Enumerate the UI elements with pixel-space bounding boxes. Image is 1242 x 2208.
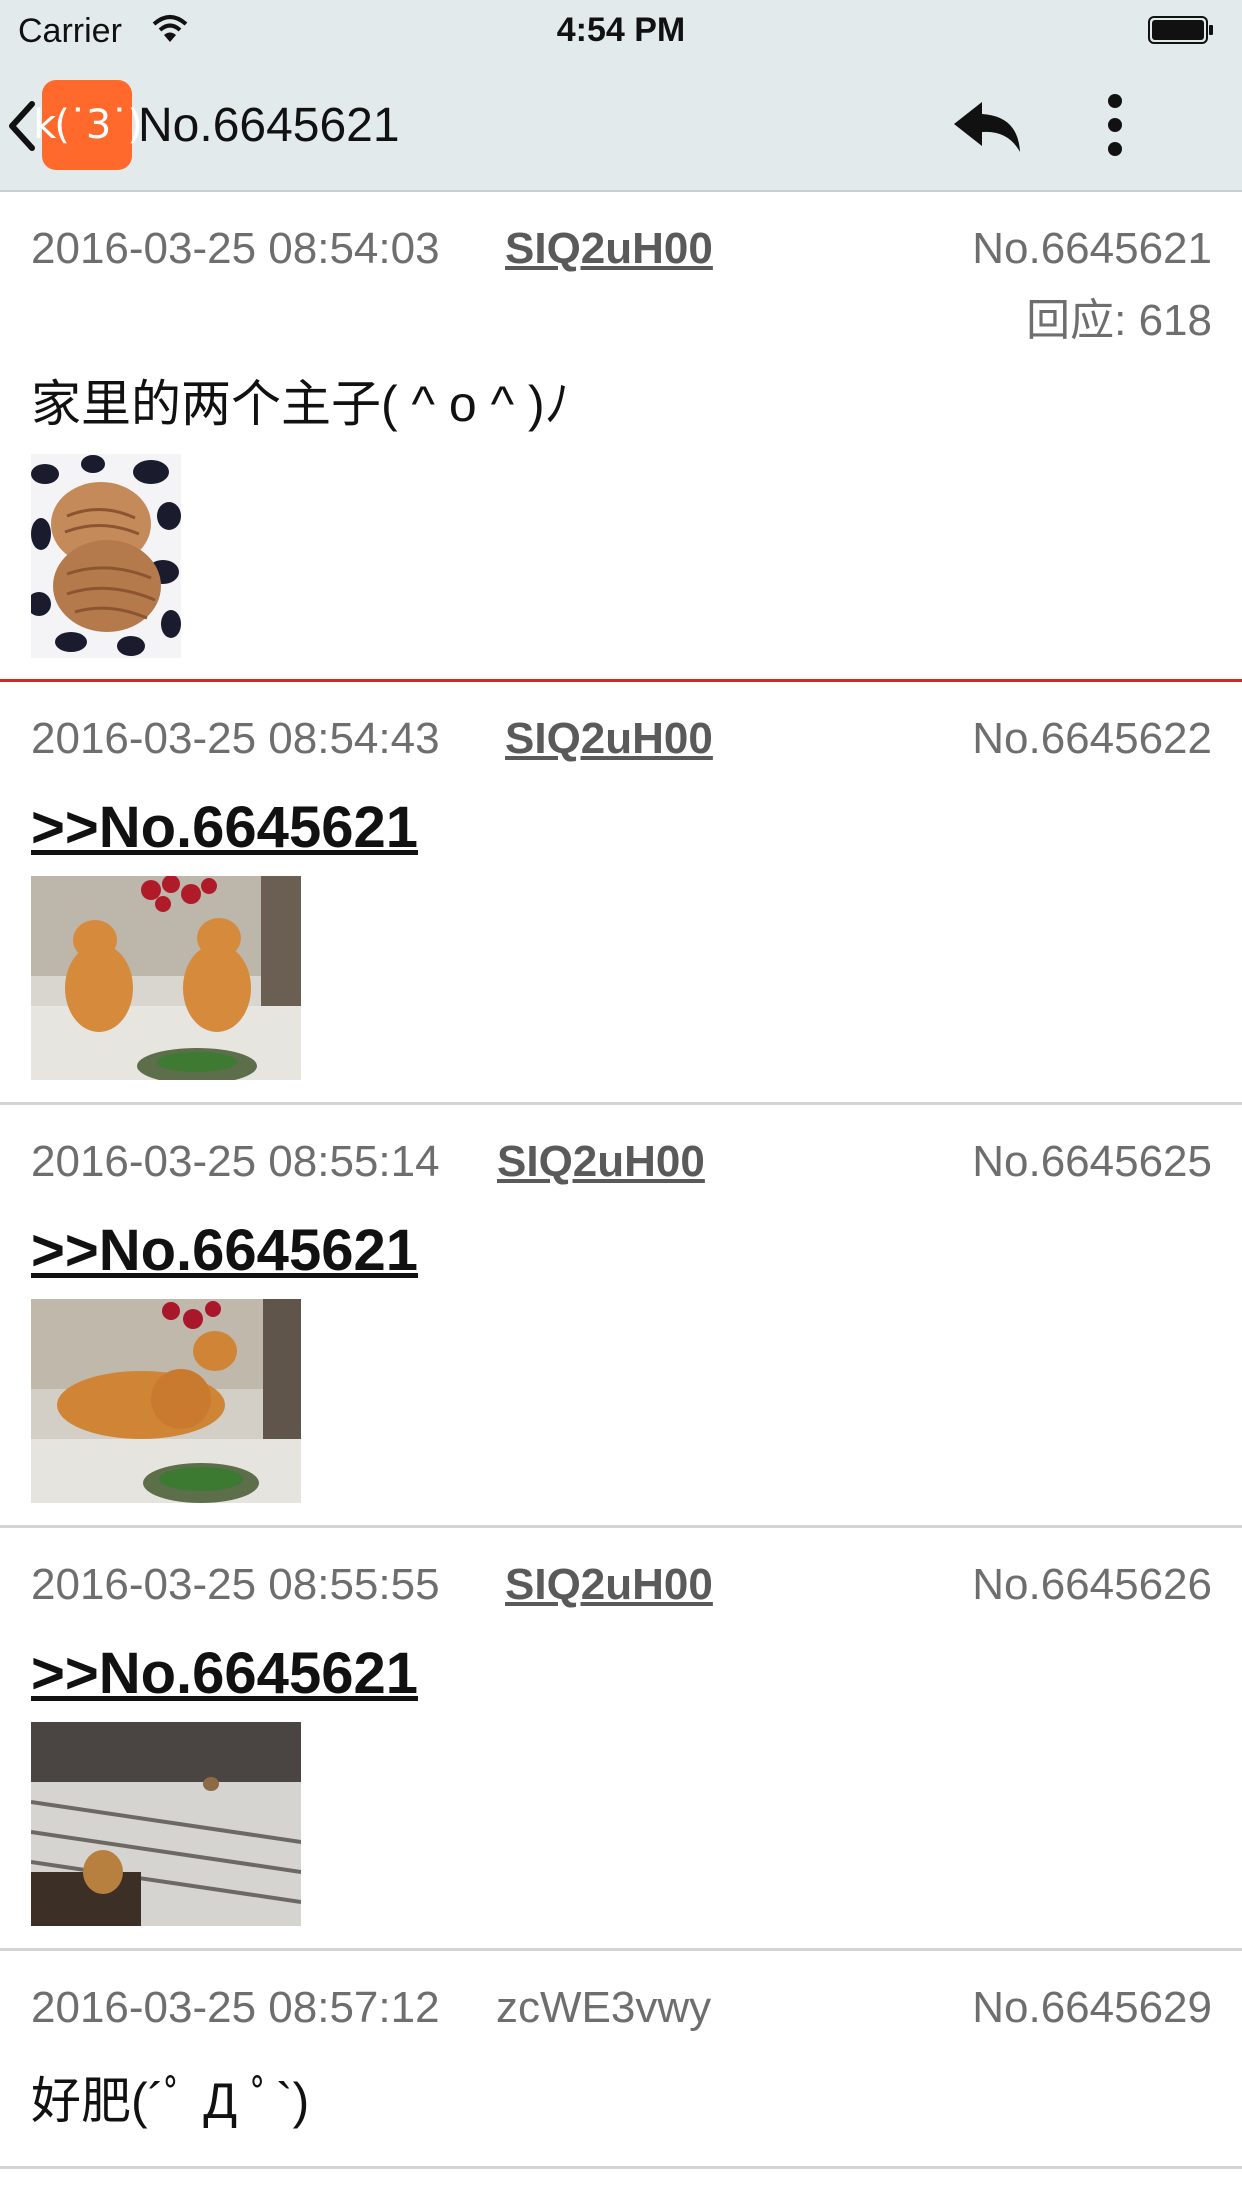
- post-number[interactable]: No.6645622: [972, 714, 1212, 764]
- post-image-thumbnail[interactable]: [31, 1299, 301, 1503]
- post-date: 2016-03-25 08:54:43: [31, 714, 440, 763]
- post-user-id[interactable]: SIQ2uH00: [505, 714, 713, 764]
- post-user-id[interactable]: SIQ2uH00: [505, 224, 713, 274]
- reply-post[interactable]: 2016-03-25 08:54:43 SIQ2uH00 No.6645622 …: [0, 682, 1242, 1105]
- post-image-thumbnail[interactable]: [31, 876, 301, 1080]
- post-content: 好肥(´ﾟ Д ﾟ`): [31, 2073, 310, 2129]
- battery-icon: [1148, 16, 1213, 44]
- status-bar: Carrier 4:54 PM: [0, 0, 1242, 62]
- quote-link[interactable]: >>No.6645621: [31, 1217, 418, 1284]
- post-date: 2016-03-25 08:57:12: [31, 1983, 440, 2032]
- post-number[interactable]: No.6645621: [972, 224, 1212, 274]
- post-image-thumbnail[interactable]: [31, 1722, 301, 1926]
- original-post[interactable]: 2016-03-25 08:54:03 SIQ2uH00 No.6645621 …: [0, 192, 1242, 682]
- reply-count: 回应: 618: [1026, 296, 1212, 345]
- post-user-id[interactable]: SIQ2uH00: [505, 1560, 713, 1610]
- post-date: 2016-03-25 08:55:55: [31, 1560, 440, 1609]
- reply-post[interactable]: 2016-03-25 08:57:12 zcWE3vwy No.6645629 …: [0, 1951, 1242, 2169]
- post-user-id[interactable]: zcWE3vwy: [496, 1983, 711, 2033]
- post-user-id[interactable]: SIQ2uH00: [497, 1137, 705, 1187]
- reply-post[interactable]: 2016-03-25 08:55:55 SIQ2uH00 No.6645626 …: [0, 1528, 1242, 1951]
- page-title: No.6645621: [138, 99, 400, 152]
- post-number[interactable]: No.6645626: [972, 1560, 1212, 1610]
- post-number[interactable]: No.6645629: [972, 1983, 1212, 2033]
- quote-link[interactable]: >>No.6645621: [31, 794, 418, 861]
- post-date: 2016-03-25 08:54:03: [31, 224, 440, 273]
- quote-link[interactable]: >>No.6645621: [31, 1640, 418, 1707]
- post-number[interactable]: No.6645625: [972, 1137, 1212, 1187]
- navigation-bar: k(˙3˙) No.6645621: [0, 62, 1242, 192]
- reply-post[interactable]: 2016-03-25 08:55:14 SIQ2uH00 No.6645625 …: [0, 1105, 1242, 1528]
- back-chevron-icon[interactable]: [6, 100, 36, 152]
- thread-list: 2016-03-25 08:54:03 SIQ2uH00 No.6645621 …: [0, 192, 1242, 2169]
- reply-icon[interactable]: [952, 98, 1022, 154]
- more-options-icon[interactable]: [1100, 92, 1130, 158]
- post-content: 家里的两个主子( ^ o ^ )ﾉ: [31, 376, 570, 432]
- app-logo[interactable]: k(˙3˙): [33, 80, 143, 170]
- post-image-thumbnail[interactable]: [31, 454, 181, 658]
- post-date: 2016-03-25 08:55:14: [31, 1137, 440, 1186]
- status-clock: 4:54 PM: [556, 11, 686, 49]
